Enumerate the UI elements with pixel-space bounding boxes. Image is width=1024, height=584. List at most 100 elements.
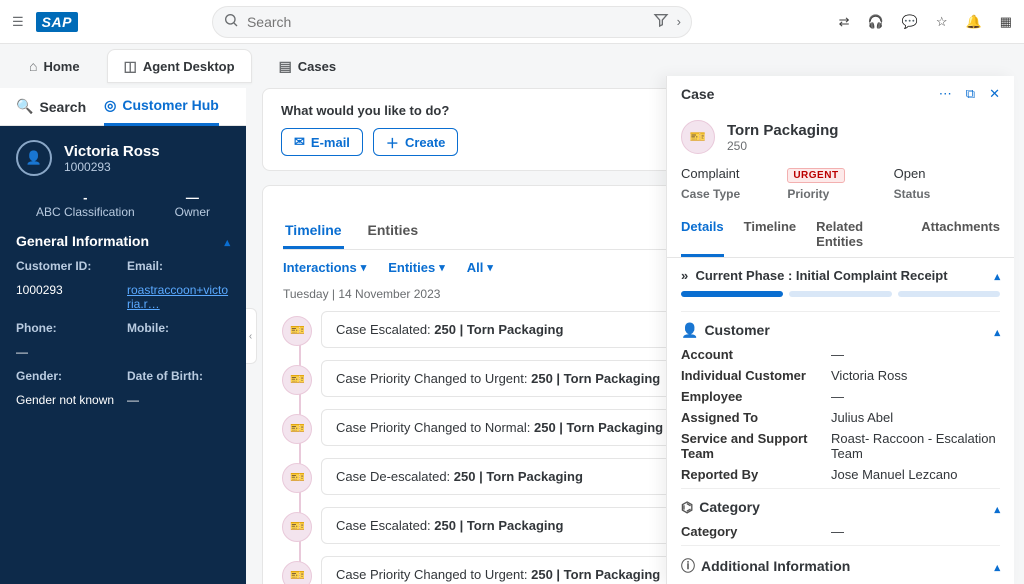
- abc-label: ABC Classification: [36, 205, 135, 219]
- more-icon[interactable]: ⋯: [939, 86, 952, 102]
- subtab-label: Search: [39, 99, 86, 115]
- chevron-up-icon[interactable]: [994, 268, 1000, 283]
- person-search-icon: 🔍: [16, 98, 33, 115]
- value: —: [831, 524, 1000, 539]
- owner-value: —: [175, 190, 210, 205]
- hub-icon: ◎: [104, 97, 116, 114]
- case-meta: Complaint URGENT Open Case Type Priority…: [667, 158, 1014, 211]
- email-button[interactable]: ✉ E-mail: [281, 128, 363, 156]
- chevron-down-icon: [361, 261, 367, 274]
- phase-progress: [681, 291, 1000, 297]
- panel-tab-details[interactable]: Details: [681, 211, 724, 257]
- label: Mobile:: [127, 321, 230, 335]
- label: Email:: [127, 259, 230, 273]
- workspace-tab-label: Home: [43, 59, 79, 74]
- mail-icon: ✉: [294, 134, 305, 150]
- phone-transfer-icon[interactable]: ⇄: [839, 14, 850, 30]
- global-search-input[interactable]: [247, 14, 645, 30]
- label: Gender:: [16, 369, 119, 383]
- person-icon: 👤: [681, 322, 698, 338]
- label: Reported By: [681, 467, 831, 482]
- progress-segment: [789, 291, 891, 297]
- tab-timeline[interactable]: Timeline: [283, 214, 344, 249]
- timeline-item-ref: 250 | Torn Packaging: [531, 567, 660, 582]
- value: [127, 345, 230, 359]
- case-icon: 🎫: [681, 120, 715, 154]
- left-column: 🔍 Search ◎ Customer Hub 👤 Victoria Ross …: [0, 88, 246, 584]
- panel-tab-related[interactable]: Related Entities: [816, 211, 901, 257]
- section-title: Customer: [704, 322, 769, 338]
- filter-label: All: [467, 260, 484, 275]
- chevron-up-icon[interactable]: [994, 558, 1000, 574]
- value: Gender not known: [16, 393, 119, 407]
- subtab-customer-hub[interactable]: ◎ Customer Hub: [104, 88, 219, 126]
- case-title: Torn Packaging: [727, 122, 838, 139]
- status-value: Open: [894, 166, 1000, 183]
- chevron-down-icon: [487, 261, 493, 274]
- value: 1000293: [16, 283, 119, 311]
- close-icon[interactable]: ✕: [989, 86, 1000, 102]
- filter-interactions[interactable]: Interactions: [283, 260, 366, 275]
- filter-icon[interactable]: [653, 12, 669, 31]
- ticket-icon: 🎫: [290, 519, 305, 533]
- shell-actions: ⇄ 🎧 💬 ☆ 🔔 ▦: [839, 14, 1012, 30]
- phase-label: Current Phase : Initial Complaint Receip…: [695, 268, 947, 283]
- panel-tab-timeline[interactable]: Timeline: [744, 211, 797, 257]
- workspace-tab-label: Cases: [298, 59, 336, 74]
- timeline-item-prefix: Case Priority Changed to Normal:: [336, 420, 534, 435]
- apps-grid-icon[interactable]: ▦: [1000, 14, 1012, 30]
- filter-all[interactable]: All: [467, 260, 493, 275]
- value: Roast- Raccoon - Escalation Team: [831, 431, 1000, 461]
- ticket-icon: 🎫: [290, 372, 305, 386]
- create-button[interactable]: ＋ Create: [373, 128, 458, 156]
- menu-icon[interactable]: ☰: [12, 14, 24, 30]
- chevron-up-icon[interactable]: [224, 233, 230, 249]
- subtab-search[interactable]: 🔍 Search: [16, 98, 86, 115]
- cases-icon: ▤: [279, 58, 292, 75]
- label: Account: [681, 347, 831, 362]
- label: Employee: [681, 389, 831, 404]
- star-icon[interactable]: ☆: [936, 14, 948, 30]
- chevron-up-icon[interactable]: [994, 500, 1000, 516]
- value: Jose Manuel Lezcano: [831, 467, 1000, 482]
- chevron-up-icon[interactable]: [994, 323, 1000, 339]
- person-icon: 👤: [26, 150, 42, 166]
- ticket-icon: 🎫: [290, 568, 305, 582]
- customer-card: 👤 Victoria Ross 1000293 -ABC Classificat…: [0, 126, 246, 584]
- sitemap-icon: ⌬: [681, 499, 693, 515]
- collapse-handle[interactable]: ‹: [246, 308, 257, 364]
- label: Customer ID:: [16, 259, 119, 273]
- timeline-item-prefix: Case De-escalated:: [336, 469, 454, 484]
- tab-entities[interactable]: Entities: [366, 214, 421, 249]
- workspace-tab-cases[interactable]: ▤ Cases: [262, 49, 354, 83]
- customer-id: 1000293: [64, 160, 160, 174]
- value: Victoria Ross: [831, 368, 1000, 383]
- workspace-tab-home[interactable]: ⌂ Home: [12, 49, 97, 83]
- case-id: 250: [727, 139, 838, 153]
- label: Individual Customer: [681, 368, 831, 383]
- headset-icon[interactable]: 🎧: [867, 14, 883, 30]
- filter-entities[interactable]: Entities: [388, 260, 445, 275]
- chat-icon[interactable]: 💬: [902, 14, 918, 30]
- open-external-icon[interactable]: ⧉: [966, 86, 975, 102]
- chevron-right-icon[interactable]: ›: [677, 14, 681, 29]
- shell-bar: ☰ SAP › ⇄ 🎧 💬 ☆ 🔔 ▦: [0, 0, 1024, 44]
- current-phase-row[interactable]: » Current Phase : Initial Complaint Rece…: [681, 268, 1000, 283]
- panel-tabs: Details Timeline Related Entities Attach…: [667, 211, 1014, 258]
- ticket-icon: 🎫: [290, 470, 305, 484]
- global-search[interactable]: ›: [212, 6, 692, 38]
- workspace-tab-agent-desktop[interactable]: ◫ Agent Desktop: [107, 49, 252, 83]
- owner-label: Owner: [175, 205, 210, 219]
- ticket-icon: 🎫: [290, 421, 305, 435]
- workspace-tab-label: Agent Desktop: [143, 59, 235, 74]
- home-icon: ⌂: [29, 58, 37, 74]
- timeline-item-ref: 250 | Torn Packaging: [434, 322, 563, 337]
- subtabs: 🔍 Search ◎ Customer Hub: [0, 88, 246, 126]
- sap-logo: SAP: [36, 12, 78, 32]
- progress-segment: [898, 291, 1000, 297]
- bell-icon[interactable]: 🔔: [966, 14, 982, 30]
- agent-icon: ◫: [124, 58, 137, 75]
- panel-tab-attachments[interactable]: Attachments: [921, 211, 1000, 257]
- email-link[interactable]: roastraccoon+victoria.r…: [127, 283, 230, 311]
- filter-label: Interactions: [283, 260, 357, 275]
